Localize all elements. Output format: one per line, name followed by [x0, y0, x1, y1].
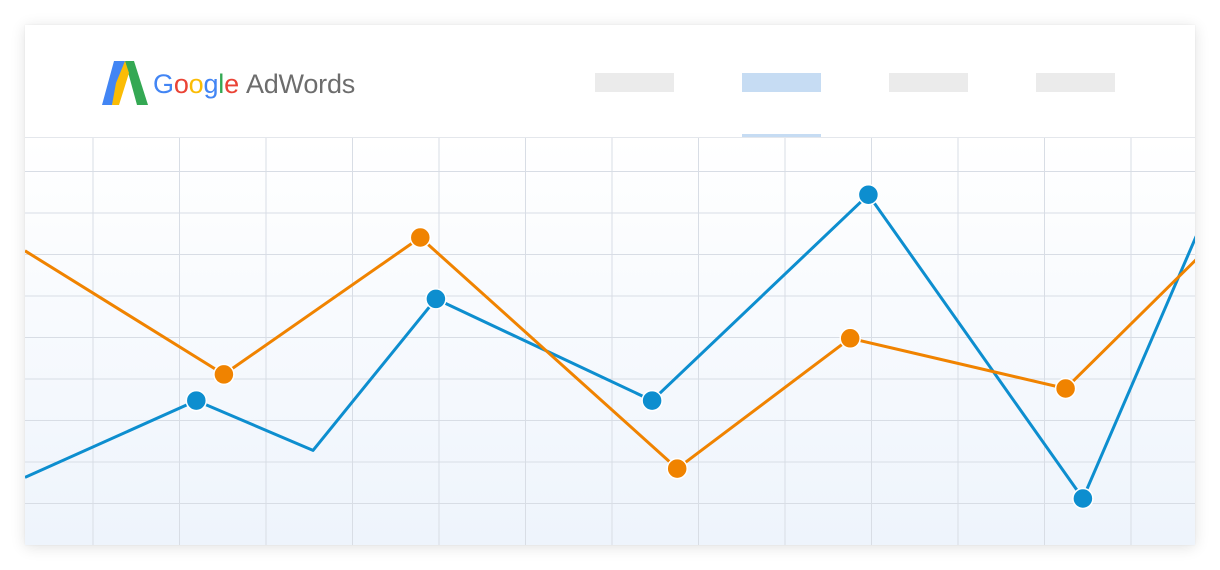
chart-series	[25, 183, 1195, 510]
data-point-series-1[interactable]	[857, 183, 880, 206]
nav-tab-placeholder-bar	[1036, 73, 1115, 92]
series-line-2	[25, 236, 1195, 471]
data-point-series-2[interactable]	[839, 327, 861, 350]
nav-tab-placeholder-bar	[742, 73, 821, 92]
data-point-series-1[interactable]	[641, 389, 663, 412]
logo-wordmark: Google AdWords	[153, 68, 356, 99]
wordmark-letter: o	[188, 68, 204, 99]
nav-tab-2[interactable]	[742, 73, 821, 137]
adwords-logo[interactable]: Google AdWords	[101, 59, 355, 107]
nav-tab-placeholder-bar	[595, 73, 674, 92]
wordmark-letter: o	[173, 68, 189, 99]
data-point-series-1[interactable]	[185, 389, 208, 412]
nav-tab-1[interactable]	[595, 73, 674, 137]
nav-tab-placeholder-bar	[889, 73, 968, 92]
logo-mark-green-stripe	[125, 61, 148, 105]
wordmark-letter: G	[153, 68, 174, 99]
chart-svg	[25, 138, 1195, 545]
nav-tab-4[interactable]	[1036, 73, 1115, 137]
line-chart	[25, 138, 1195, 545]
data-point-series-1[interactable]	[425, 288, 447, 310]
data-point-series-2[interactable]	[213, 363, 235, 386]
data-point-series-1[interactable]	[1072, 487, 1094, 510]
data-point-series-2[interactable]	[1054, 377, 1077, 400]
series-line-1	[25, 193, 1195, 500]
wordmark-letter: g	[203, 68, 219, 99]
wordmark-letter: e	[224, 68, 239, 99]
data-point-series-2[interactable]	[666, 457, 688, 480]
header: Google AdWords	[25, 25, 1195, 138]
wordmark-adwords: AdWords	[245, 68, 356, 99]
adwords-logo-icon	[102, 61, 148, 105]
data-point-series-2[interactable]	[409, 226, 432, 249]
nav-tab-active-underline	[742, 134, 821, 137]
main-card: Google AdWords	[25, 25, 1195, 545]
nav-tab-3[interactable]	[889, 73, 968, 137]
chart-grid	[25, 138, 1195, 545]
